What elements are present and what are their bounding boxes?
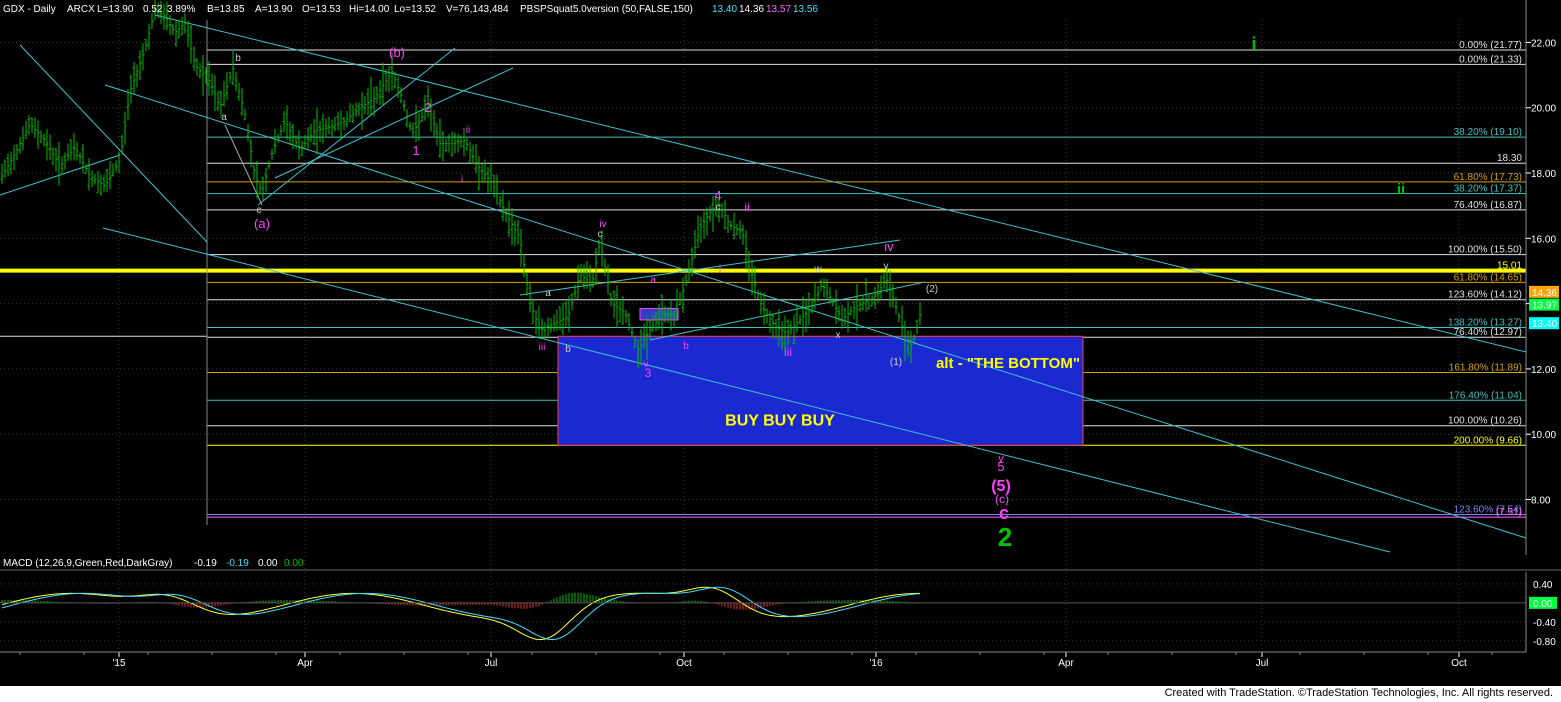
wave-label: (a) (254, 216, 270, 231)
macd-label: MACD (12,26,9,Green,Red,DarkGray) (3, 558, 173, 569)
y-tick-label: 20.00 (1531, 104, 1556, 115)
wave-label: 1 (412, 143, 419, 158)
fib-label: 38.20% (17.37) (1454, 184, 1522, 195)
wave-label: c (257, 205, 262, 216)
header-indicator: PBSPSquat5.0version (50,FALSE,150) (520, 4, 693, 15)
header-ask: A=13.90 (255, 4, 293, 15)
macd-axis-label: -0.80 (1533, 637, 1556, 648)
x-tick-label: '16 (869, 658, 882, 669)
x-tick-label: Apr (1058, 658, 1074, 669)
wave-label: ii (1397, 181, 1405, 198)
footer: Created with TradeStation. ©TradeStation… (0, 686, 1561, 702)
fib-label: 123.60% (14.12) (1448, 290, 1522, 301)
x-tick-label: '15 (112, 658, 125, 669)
header-change: 0.52 (143, 4, 163, 15)
wave-label: alt - "THE BOTTOM" (936, 355, 1080, 372)
wave-label: c (598, 229, 603, 240)
price-tag-label: 13.40 (1532, 319, 1557, 330)
y-tick-label: 16.00 (1531, 234, 1556, 245)
wave-label: a (650, 275, 656, 286)
wave-label: c (999, 503, 1009, 523)
wave-label: iii (784, 345, 792, 359)
macd-value-1: -0.19 (194, 558, 217, 569)
wave-label: i (1251, 34, 1256, 54)
price-tag-label: 14.36 (1532, 288, 1557, 299)
buy-zone-label: BUY BUY BUY (725, 413, 835, 430)
header-open: O=13.53 (302, 4, 341, 15)
wave-label: ii (744, 200, 749, 214)
wave-label: a (545, 288, 551, 299)
fib-label: (7.51) (1496, 507, 1522, 518)
header-change-pct: 3.89% (167, 4, 195, 15)
wave-label: c (716, 202, 721, 213)
footer-copyright: Created with TradeStation. ©TradeStation… (1164, 687, 1553, 699)
fib-label: 0.00% (21.77) (1459, 40, 1522, 51)
wave-label: x (836, 330, 841, 341)
wave-label: b (683, 341, 689, 352)
y-tick-label: 10.00 (1531, 430, 1556, 441)
fib-label: 176.40% (11.04) (1449, 390, 1522, 401)
header-symbol: GDX - Daily (3, 4, 56, 15)
y-tick-label: 12.00 (1531, 365, 1556, 376)
fib-label: 76.40% (16.87) (1454, 200, 1522, 211)
y-tick-label: 18.00 (1531, 169, 1556, 180)
fib-label: 100.00% (10.26) (1448, 416, 1522, 427)
macd-tag-label: 0.00 (1533, 599, 1553, 610)
fib-label: 161.80% (11.89) (1449, 363, 1522, 374)
wave-label: iv (884, 239, 894, 254)
header-high: Hi=14.00 (349, 4, 390, 15)
wave-label: 4 (714, 188, 721, 203)
wave-label: b (235, 53, 241, 64)
price-tag-label: 13.97 (1532, 301, 1557, 312)
wave-label: (b) (389, 45, 405, 60)
macd-value-2: -0.19 (226, 558, 249, 569)
y-tick-label: 22.00 (1531, 38, 1556, 49)
wave-label: 3 (645, 366, 652, 380)
fib-label: 61.80% (14.65) (1454, 272, 1522, 283)
macd-axis-label: -0.40 (1533, 618, 1556, 629)
header-ind-3: 13.57 (766, 4, 791, 15)
x-tick-label: Oct (676, 658, 692, 669)
header-ind-2: 14.36 (739, 4, 764, 15)
fib-label: 15.01 (1497, 261, 1522, 272)
macd-axis-label: 0.40 (1533, 580, 1553, 591)
wave-label: ii (466, 125, 470, 136)
x-tick-label: Jul (485, 658, 498, 669)
wave-label: 2 (998, 522, 1012, 552)
header-last: L=13.90 (97, 4, 134, 15)
macd-value-3: 0.00 (258, 558, 278, 569)
fib-label: 38.20% (19.10) (1454, 127, 1522, 138)
wave-label: (1) (890, 357, 902, 368)
header-exchange: ARCX (67, 4, 95, 15)
wave-label: 2 (424, 100, 431, 115)
fib-label: 18.30 (1497, 153, 1522, 164)
wave-label: y (884, 261, 889, 272)
x-tick-label: Jul (1256, 658, 1269, 669)
fib-label: 100.00% (15.50) (1448, 245, 1522, 256)
header-low: Lo=13.52 (394, 4, 436, 15)
wave-label: w (813, 264, 822, 275)
fib-label: 200.00% (9.66) (1454, 435, 1522, 446)
wave-label: (2) (926, 284, 938, 295)
wave-label: iv (599, 219, 606, 230)
fib-label: 61.80% (17.73) (1454, 172, 1522, 183)
wave-label: i (719, 264, 721, 275)
y-tick-label: 8.00 (1531, 496, 1551, 507)
fib-label: 0.00% (21.33) (1459, 54, 1522, 65)
wave-label: b (565, 344, 571, 355)
header-ind-4: 13.56 (793, 4, 818, 15)
wave-label: i (461, 174, 463, 185)
wave-label: a (221, 112, 227, 123)
wave-label: 5 (997, 459, 1004, 474)
price-chart: 0.00% (21.77) 0.00% (21.33) 38.20% (19.10)… (0, 0, 1561, 702)
wave-label: iii (539, 342, 546, 353)
header-ind-1: 13.40 (712, 4, 737, 15)
header-volume: V=76,143,484 (446, 4, 509, 15)
x-tick-label: Oct (1451, 658, 1467, 669)
x-tick-label: Apr (297, 658, 313, 669)
macd-value-4: 0.00 (284, 558, 304, 569)
header-bid: B=13.85 (207, 4, 245, 15)
